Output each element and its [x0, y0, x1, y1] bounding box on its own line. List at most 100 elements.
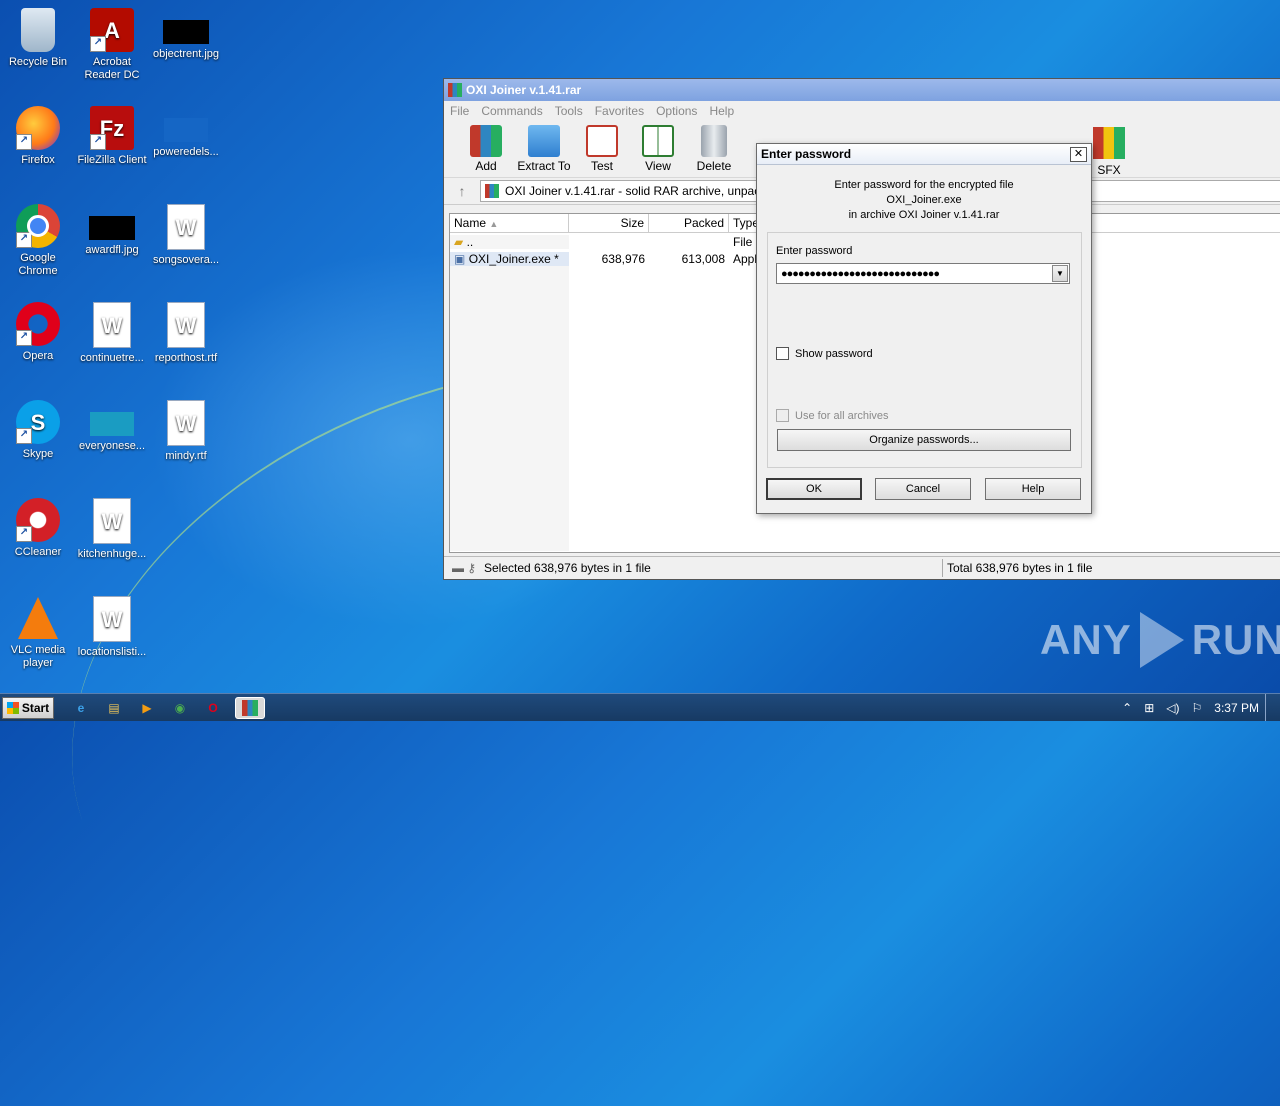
tray-expand-icon[interactable]: ⌃	[1122, 701, 1132, 715]
desktop-icon-firefox[interactable]: ↗ Firefox	[0, 106, 76, 167]
taskbar-media-player-icon[interactable]: ▶	[136, 698, 158, 718]
show-password-checkbox[interactable]: Show password	[776, 347, 873, 360]
dialog-titlebar[interactable]: Enter password ✕	[757, 144, 1091, 165]
network-icon[interactable]: ⊞	[1144, 701, 1154, 715]
password-dialog: Enter password ✕ Enter password for the …	[756, 143, 1092, 514]
shortcut-arrow-icon: ↗	[16, 428, 32, 444]
taskbar-explorer-icon[interactable]: ▤	[103, 698, 125, 718]
desktop-icon-label: locationslisti...	[77, 646, 147, 658]
test-button[interactable]: Test	[574, 121, 630, 173]
drive-icon: ▬ ⚷	[451, 561, 477, 575]
taskbar-ie-icon[interactable]: e	[70, 698, 92, 718]
desktop-icon-label: songsovera...	[152, 254, 220, 266]
desktop-icon-ccleaner[interactable]: ↗ CCleaner	[0, 498, 76, 559]
menu-help[interactable]: Help	[703, 104, 740, 118]
desktop-icon-label: continuetre...	[80, 352, 144, 364]
desktop-icon-label: mindy.rtf	[165, 450, 207, 462]
column-packed[interactable]: Packed	[649, 214, 729, 232]
desktop-icon-label: Recycle Bin	[8, 56, 68, 68]
menu-commands[interactable]: Commands	[475, 104, 548, 118]
desktop-icon-songsovera[interactable]: W songsovera...	[148, 204, 224, 267]
delete-label: Delete	[696, 159, 732, 173]
clock[interactable]: 3:37 PM	[1214, 701, 1259, 715]
help-button[interactable]: Help	[985, 478, 1081, 500]
password-input[interactable]: ●●●●●●●●●●●●●●●●●●●●●●●●●●●● ▼	[776, 263, 1070, 284]
organize-passwords-button[interactable]: Organize passwords...	[777, 429, 1071, 451]
taskbar-chrome-icon[interactable]: ◉	[169, 698, 191, 718]
windows-logo-icon	[6, 701, 19, 714]
desktop-icon-opera[interactable]: ↗ Opera	[0, 302, 76, 363]
delete-trash-icon	[701, 125, 727, 157]
menubar: File Commands Tools Favorites Options He…	[444, 101, 1280, 121]
extract-to-button[interactable]: Extract To	[514, 121, 574, 173]
menu-tools[interactable]: Tools	[549, 104, 589, 118]
add-button[interactable]: Add	[458, 121, 514, 173]
exe-file-icon: ▣	[454, 251, 466, 266]
taskbar-winrar-icon[interactable]	[235, 696, 265, 719]
folder-icon: ▰	[454, 234, 464, 249]
row-packed: 613,008	[681, 251, 725, 266]
cancel-button[interactable]: Cancel	[875, 478, 971, 500]
test-checklist-icon	[586, 125, 618, 157]
checkbox-box	[776, 409, 789, 422]
close-icon[interactable]: ✕	[1070, 146, 1087, 162]
desktop-icon-label: Opera	[22, 350, 54, 362]
name-column-shade	[450, 266, 569, 551]
desktop-icon-objectrent[interactable]: objectrent.jpg	[148, 8, 224, 61]
desktop-icon-kitchenhuge[interactable]: W kitchenhuge...	[74, 498, 150, 561]
shortcut-arrow-icon: ↗	[16, 232, 32, 248]
action-center-flag-icon[interactable]: ⚐	[1192, 701, 1203, 715]
column-size[interactable]: Size	[569, 214, 649, 232]
desktop-icon-mindy[interactable]: W mindy.rtf	[148, 400, 224, 463]
desktop-icon-label: FileZilla Client	[77, 154, 147, 166]
desktop-icon-skype[interactable]: S ↗ Skype	[0, 400, 76, 461]
status-right: Total 638,976 bytes in 1 file	[947, 561, 1093, 575]
status-left: Selected 638,976 bytes in 1 file	[484, 561, 651, 575]
window-titlebar[interactable]: OXI Joiner v.1.41.rar	[444, 79, 1280, 101]
desktop-icon-vlc[interactable]: VLC media player	[0, 596, 76, 670]
password-group: Enter password ●●●●●●●●●●●●●●●●●●●●●●●●●…	[767, 232, 1082, 468]
desktop-icon-label: Google Chrome	[18, 252, 58, 277]
ok-button[interactable]: OK	[766, 478, 862, 500]
play-logo-icon	[1139, 612, 1184, 668]
watermark-left: ANY	[1040, 616, 1132, 663]
filezilla-icon: Fz ↗	[90, 106, 134, 150]
image-file-icon	[89, 216, 135, 240]
show-desktop-button[interactable]	[1265, 694, 1280, 721]
image-file-icon	[163, 20, 209, 44]
desktop-icon-label: poweredels...	[153, 146, 219, 158]
desktop-icon-locationslisti[interactable]: W locationslisti...	[74, 596, 150, 659]
taskbar-opera-icon[interactable]: O	[202, 698, 224, 718]
desktop-icon-acrobat[interactable]: A ↗ Acrobat Reader DC	[74, 8, 150, 82]
desktop-icon-reporthost[interactable]: W reporthost.rtf	[148, 302, 224, 365]
volume-icon[interactable]: ◁)	[1166, 701, 1179, 715]
up-arrow-icon[interactable]: ↑	[444, 183, 480, 199]
vlc-cone-icon	[18, 597, 58, 639]
view-button[interactable]: View	[630, 121, 686, 173]
row-name-cell: ▣ OXI_Joiner.exe *	[450, 251, 569, 266]
desktop-icon-recycle-bin[interactable]: Recycle Bin	[0, 8, 76, 69]
add-archive-icon	[470, 125, 502, 157]
menu-file[interactable]: File	[444, 104, 475, 118]
desktop-icon-continuetre[interactable]: W continuetre...	[74, 302, 150, 365]
word-document-icon: W	[167, 302, 205, 348]
window-title: OXI Joiner v.1.41.rar	[466, 83, 582, 97]
chevron-down-icon[interactable]: ▼	[1052, 265, 1068, 282]
view-label: View	[645, 159, 671, 173]
shortcut-arrow-icon: ↗	[90, 134, 106, 150]
desktop-icon-awardfl[interactable]: awardfl.jpg	[74, 204, 150, 257]
sfx-button[interactable]: SFX	[1090, 127, 1128, 177]
desktop-icon-filezilla[interactable]: Fz ↗ FileZilla Client	[74, 106, 150, 167]
desktop-icon-label: everyonese...	[78, 440, 146, 452]
column-name[interactable]: Name ▲	[450, 214, 569, 232]
desktop-icon-chrome[interactable]: ↗ Google Chrome	[0, 204, 76, 278]
menu-favorites[interactable]: Favorites	[589, 104, 650, 118]
delete-button[interactable]: Delete	[686, 121, 742, 173]
path-text: OXI Joiner v.1.41.rar - solid RAR archiv…	[505, 184, 761, 198]
shortcut-arrow-icon: ↗	[90, 36, 106, 52]
start-button[interactable]: Start	[2, 696, 54, 719]
start-label: Start	[21, 700, 50, 715]
desktop-icon-poweredels[interactable]: poweredels...	[148, 106, 224, 159]
desktop-icon-everyonese[interactable]: everyonese...	[74, 400, 150, 453]
menu-options[interactable]: Options	[650, 104, 703, 118]
